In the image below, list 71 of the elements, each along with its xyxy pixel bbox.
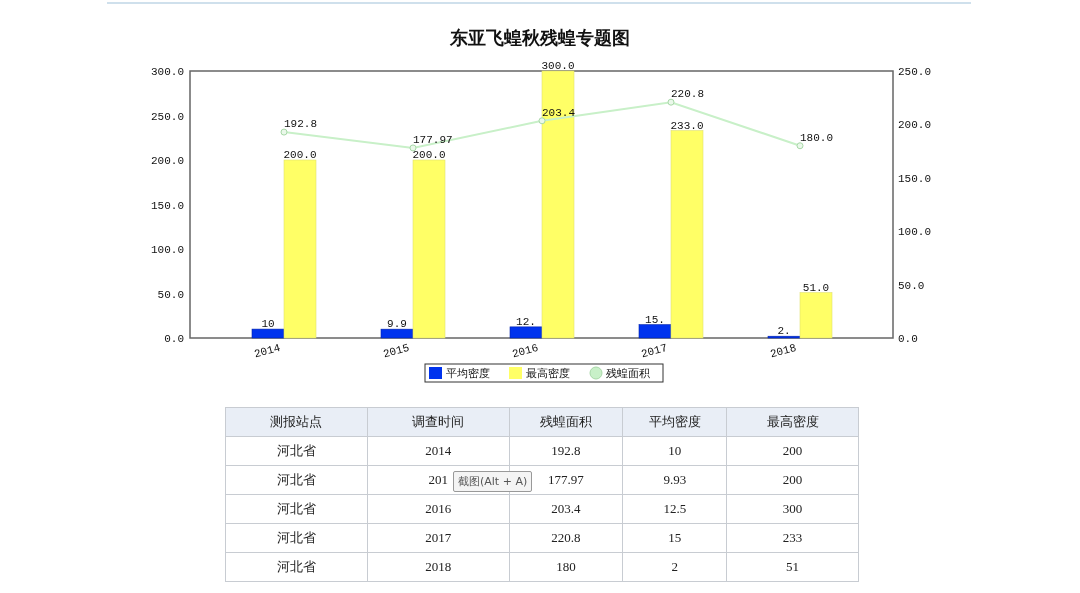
table-cell: 15 <box>622 523 727 553</box>
data-label: 220.8 <box>671 88 704 101</box>
axis-label: 100.0 <box>898 226 931 239</box>
data-label: 51.0 <box>802 281 830 294</box>
data-label: 9.9 <box>387 318 407 331</box>
table-cell: 200 <box>726 436 859 466</box>
axis-label: 2016 <box>510 341 540 361</box>
legend-label: 最高密度 <box>526 367 570 380</box>
data-point <box>796 142 804 150</box>
table-cell: 河北省 <box>225 523 368 553</box>
axis-label: 2018 <box>768 341 798 361</box>
column-header: 调查时间 <box>367 407 509 437</box>
axis-label: 100.0 <box>151 244 184 256</box>
table-cell: 9.93 <box>622 465 727 495</box>
table-cell: 2017 <box>367 523 509 553</box>
table-cell: 河北省 <box>225 436 368 466</box>
data-label: 10 <box>261 318 275 331</box>
table-cell: 12.5 <box>622 494 727 524</box>
column-header: 残蝗面积 <box>509 407 623 437</box>
table-cell: 2016 <box>367 494 509 524</box>
legend-label: 平均密度 <box>446 367 490 380</box>
data-label: 180.0 <box>800 131 833 144</box>
table-cell: 300 <box>726 494 859 524</box>
table-cell: 2018 <box>367 552 509 582</box>
axis-label: 50.0 <box>157 288 184 301</box>
legend-label: 残蝗面积 <box>606 367 650 380</box>
axis-label: 200.0 <box>151 155 184 167</box>
data-point <box>667 98 675 106</box>
axis-label: 2017 <box>639 341 669 361</box>
chart-title: 东亚飞蝗秋残蝗专题图 <box>450 25 630 50</box>
axis-label: 250.0 <box>898 66 931 78</box>
table-cell: 203.4 <box>509 494 623 524</box>
data-label: 12. <box>516 315 536 328</box>
axis-label: 50.0 <box>898 279 925 292</box>
data-label: 200.0 <box>283 149 317 161</box>
axis-label: 300.0 <box>151 66 184 78</box>
table-cell: 河北省 <box>225 494 368 524</box>
column-header: 测报站点 <box>225 407 368 437</box>
axis-label: 2014 <box>252 341 282 361</box>
data-label: 2. <box>777 325 791 338</box>
data-point <box>409 144 417 152</box>
table-cell: 192.8 <box>509 436 623 466</box>
axis-label: 0.0 <box>898 333 918 345</box>
data-label: 177.97 <box>413 133 453 146</box>
data-label: 200.0 <box>412 149 446 161</box>
axis-label: 150.0 <box>151 199 184 212</box>
table-cell: 2014 <box>367 436 509 466</box>
table-cell: 220.8 <box>509 523 623 553</box>
axis-label: 250.0 <box>151 110 184 123</box>
data-label: 233.0 <box>670 119 704 132</box>
data-label: 300.0 <box>541 60 575 72</box>
axis-label: 150.0 <box>898 172 931 185</box>
data-label: 15. <box>645 313 665 326</box>
axis-label: 0.0 <box>164 333 184 345</box>
table-cell: 河北省 <box>225 552 368 582</box>
table-cell: 51 <box>726 552 859 582</box>
tooltip: 截图(Alt + A) <box>453 471 533 492</box>
data-label: 203.4 <box>542 106 575 119</box>
table-cell: 10 <box>622 436 727 466</box>
column-header: 最高密度 <box>726 407 859 437</box>
axis-label: 2015 <box>381 341 411 361</box>
table-cell: 200 <box>726 465 859 495</box>
data-point <box>280 128 288 136</box>
table-cell: 180 <box>509 552 623 582</box>
data-label: 192.8 <box>284 118 317 131</box>
table-cell: 233 <box>726 523 859 553</box>
column-header: 平均密度 <box>622 407 727 437</box>
axis-label: 200.0 <box>898 119 931 132</box>
table-cell: 河北省 <box>225 465 368 495</box>
data-point <box>538 117 546 125</box>
table-cell: 2 <box>622 552 727 582</box>
